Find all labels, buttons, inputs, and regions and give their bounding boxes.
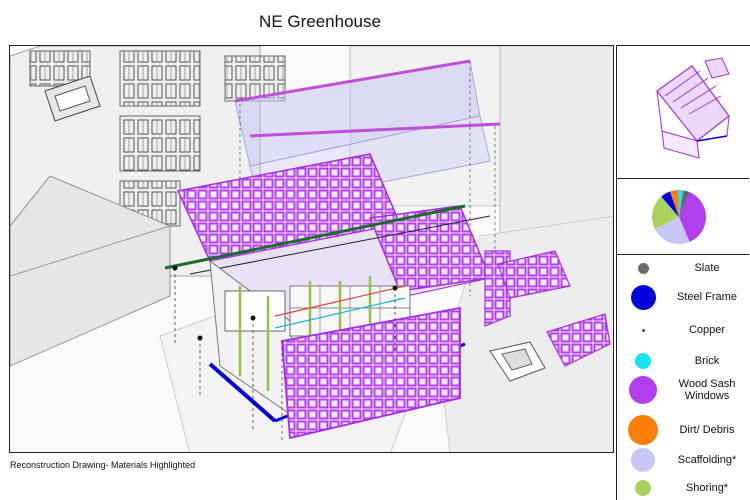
scaffolding-swatch — [631, 448, 655, 472]
shoring-swatch — [635, 480, 651, 496]
materials-pie-chart-panel — [617, 179, 749, 255]
reconstruction-drawing — [9, 45, 614, 453]
materials-pie-chart — [652, 190, 706, 244]
legend-item: Brick — [617, 349, 749, 379]
key-plan-icon — [656, 57, 730, 159]
legend-label: Dirt/ Debris — [679, 424, 735, 436]
brick-swatch — [635, 353, 651, 369]
legend-label: Steel Frame — [677, 291, 737, 303]
legend-label: Slate — [694, 262, 720, 274]
slate-swatch — [637, 262, 649, 274]
legend-item: Slate — [617, 256, 749, 286]
isometric-greenhouse-drawing — [10, 46, 613, 452]
side-panel: Slate Steel Frame Copper Brick Wood Sash Win… — [616, 45, 750, 500]
legend-label: Wood Sash Windows — [678, 378, 736, 402]
legend-item: Shoring* — [617, 476, 749, 500]
legend-item: Copper — [617, 318, 749, 348]
drawing-caption: Reconstruction Drawing- Materials Highli… — [10, 460, 196, 470]
copper-swatch — [641, 328, 645, 332]
legend-label: Shoring* — [685, 482, 729, 494]
page-title: NE Greenhouse — [259, 12, 381, 31]
dirt-debris-swatch — [628, 415, 658, 445]
steel-frame-swatch — [630, 284, 656, 310]
wood-sash-windows-swatch — [629, 376, 657, 404]
legend-item: Scaffolding* — [617, 448, 749, 478]
legend-item: Wood Sash Windows — [617, 376, 749, 408]
key-plan-thumbnail — [617, 46, 749, 179]
legend-label: Brick — [694, 355, 720, 367]
legend-item: Steel Frame — [617, 284, 749, 315]
legend-label: Copper — [688, 324, 726, 336]
legend-label: Scaffolding* — [677, 454, 737, 466]
legend-item: Dirt/ Debris — [617, 415, 749, 448]
